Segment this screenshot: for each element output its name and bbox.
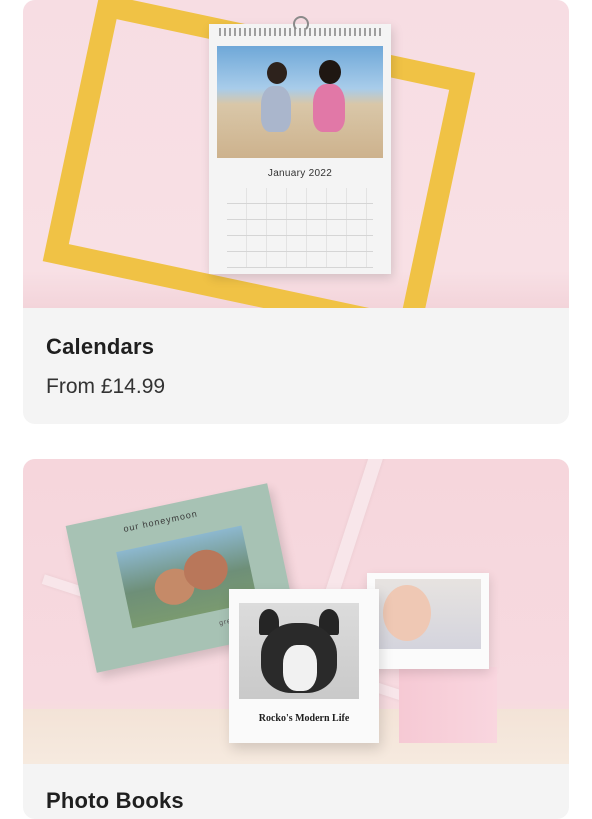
calendar-month-label: January 2022 [267,168,333,179]
calendar-grid [227,188,373,268]
product-title: Photo Books [46,788,184,813]
product-price: From £14.99 [46,375,166,398]
book-cover-photo [375,579,481,649]
child-figure [261,86,291,132]
photo-books-card-body: Photo Books [23,764,569,819]
calendar-binding [219,28,381,36]
child-figure [267,62,287,84]
calendars-card[interactable]: January 2022 Calendars From £14.99 [23,0,569,424]
book-cover-title: our honeymoon [122,508,199,534]
baby-book-mockup [367,573,489,669]
dog-figure [283,645,317,691]
child-figure [319,60,341,84]
photo-books-card[interactable]: our honeymoon greece 2021 Rocko's Modern… [23,459,569,819]
photo-books-image[interactable]: our honeymoon greece 2021 Rocko's Modern… [23,459,569,764]
book-cover-photo [239,603,359,699]
child-figure [313,84,345,132]
book-cover-title: Rocko's Modern Life [258,713,350,724]
baby-figure [383,585,431,641]
calendars-card-body: Calendars From £14.99 [23,308,569,424]
wall-calendar-mockup: January 2022 [209,16,391,274]
product-title: Calendars [46,334,155,359]
dog-book-mockup: Rocko's Modern Life [229,589,379,743]
display-pedestal [399,667,497,743]
calendar-photo [217,46,383,158]
calendars-image[interactable]: January 2022 [23,0,569,308]
